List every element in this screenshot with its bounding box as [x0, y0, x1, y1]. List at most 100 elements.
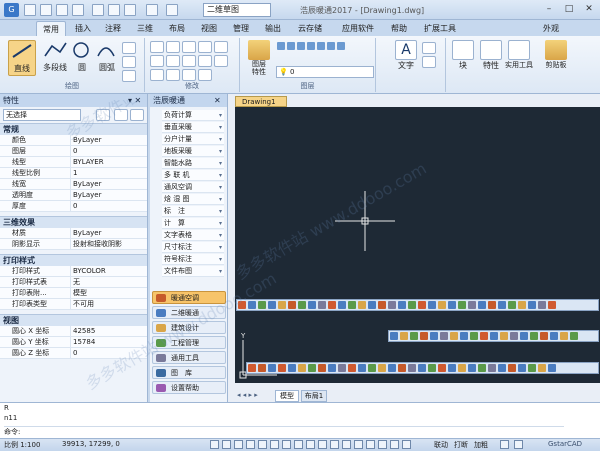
tool-icon[interactable] — [500, 332, 508, 340]
workspace-icon[interactable] — [366, 440, 375, 449]
hvac-menu-item[interactable]: 地板采暖 ▾ — [162, 146, 224, 157]
tab-cloud[interactable]: 云存储 — [292, 21, 328, 36]
break-toggle[interactable]: 打断 — [454, 440, 468, 450]
tool-icon[interactable] — [298, 364, 306, 372]
tab-view[interactable]: 视图 — [196, 21, 222, 36]
module-settings-help[interactable]: 设置帮助 — [152, 381, 226, 394]
tool-icon[interactable] — [428, 301, 436, 309]
tool-icon[interactable] — [468, 364, 476, 372]
layout-tab-layout1[interactable]: 布局1 — [301, 390, 327, 402]
tool-icon[interactable] — [498, 301, 506, 309]
prop-row[interactable]: 透明度 ByLayer — [0, 190, 147, 201]
info-icon[interactable] — [514, 440, 523, 449]
lock-icon[interactable] — [378, 440, 387, 449]
tool-icon[interactable] — [470, 332, 478, 340]
tool-icon[interactable] — [548, 364, 556, 372]
tool-icon[interactable] — [560, 332, 568, 340]
transparency-icon[interactable] — [306, 440, 315, 449]
tool-icon[interactable] — [418, 364, 426, 372]
section-view[interactable]: 视图 — [0, 314, 147, 326]
tool-icon[interactable] — [428, 364, 436, 372]
selection-cycling-icon[interactable] — [330, 440, 339, 449]
tool-icon[interactable] — [508, 301, 516, 309]
save-icon[interactable] — [56, 4, 68, 16]
tool-icon[interactable] — [448, 301, 456, 309]
tool-icon[interactable] — [448, 364, 456, 372]
layout-nav-arrows-icon[interactable]: ◂ ◂ ▸ ▸ — [237, 391, 258, 399]
tab-output[interactable]: 输出 — [260, 21, 286, 36]
dynamic-input-icon[interactable] — [282, 440, 291, 449]
tool-icon[interactable] — [288, 301, 296, 309]
tool-icon[interactable] — [540, 332, 548, 340]
tool-icon[interactable] — [498, 364, 506, 372]
quick-properties-icon[interactable] — [318, 440, 327, 449]
tool-icon[interactable] — [378, 301, 386, 309]
tool-icon[interactable] — [358, 301, 366, 309]
tool-icon[interactable] — [418, 301, 426, 309]
tool-icon[interactable] — [248, 301, 256, 309]
save-as-icon[interactable] — [72, 4, 84, 16]
tool-icon[interactable] — [398, 301, 406, 309]
preview-icon[interactable] — [108, 4, 120, 16]
app-menu-button[interactable]: G — [4, 3, 19, 17]
prop-row[interactable]: 圆心 Z 坐标 0 — [0, 348, 147, 359]
tool-icon[interactable] — [550, 332, 558, 340]
tool-icon[interactable] — [268, 301, 276, 309]
annotation-scale-icon[interactable] — [354, 440, 363, 449]
hvac-menu-item[interactable]: 文字表格 ▾ — [162, 230, 224, 241]
tool-icon[interactable] — [538, 301, 546, 309]
pin-icon[interactable]: ▾ ✕ — [128, 94, 141, 107]
tab-help[interactable]: 帮助 — [386, 21, 412, 36]
ortho-icon[interactable] — [234, 440, 243, 449]
tool-icon[interactable] — [398, 364, 406, 372]
maximize-button[interactable]: □ — [560, 2, 578, 16]
tool-icon[interactable] — [368, 301, 376, 309]
hvac-menu-item[interactable]: 文件布图 ▾ — [162, 266, 224, 277]
tool-icon[interactable] — [480, 332, 488, 340]
prop-row[interactable]: 打印表附... 模型 — [0, 288, 147, 299]
osnap-icon[interactable] — [258, 440, 267, 449]
tool-icon[interactable] — [518, 364, 526, 372]
tool-icon[interactable] — [408, 364, 416, 372]
close-icon[interactable]: ✕ — [214, 94, 221, 107]
section-general[interactable]: 常规 — [0, 123, 147, 135]
tab-extensions[interactable]: 扩展工具 — [418, 21, 462, 36]
prop-row[interactable]: 颜色 ByLayer — [0, 135, 147, 146]
tool-icon[interactable] — [488, 301, 496, 309]
tool-icon[interactable] — [388, 301, 396, 309]
hvac-menu-item[interactable]: 标 注 ▾ — [162, 206, 224, 217]
tool-icon[interactable] — [410, 332, 418, 340]
module-hvac[interactable]: 暖通空调 — [152, 291, 226, 304]
tab-home[interactable]: 常用 — [36, 21, 66, 36]
tool-icon[interactable] — [460, 332, 468, 340]
utilities-button[interactable]: 实用工具 — [502, 40, 536, 80]
polar-icon[interactable] — [246, 440, 255, 449]
publish-icon[interactable] — [124, 4, 136, 16]
snap-icon[interactable] — [210, 440, 219, 449]
tool-icon[interactable] — [468, 301, 476, 309]
tab-manage[interactable]: 管理 — [228, 21, 254, 36]
prop-row[interactable]: 线型 BYLAYER — [0, 157, 147, 168]
tool-icon[interactable] — [458, 301, 466, 309]
clipboard-button[interactable]: 剪贴板 — [540, 40, 572, 80]
layout-tab-model[interactable]: 模型 — [275, 390, 299, 402]
prop-row[interactable]: 线宽 ByLayer — [0, 179, 147, 190]
lineweight-icon[interactable] — [294, 440, 303, 449]
tool-icon[interactable] — [450, 332, 458, 340]
tool-icon[interactable] — [430, 332, 438, 340]
grid-icon[interactable] — [222, 440, 231, 449]
tool-icon[interactable] — [328, 364, 336, 372]
tool-icon[interactable] — [238, 301, 246, 309]
hvac-menu-item[interactable]: 分户计量 ▾ — [162, 134, 224, 145]
tool-icon[interactable] — [318, 364, 326, 372]
tab-insert[interactable]: 插入 — [70, 21, 96, 36]
tab-apps[interactable]: 应用软件 — [336, 21, 380, 36]
tool-icon[interactable] — [528, 301, 536, 309]
tool-icon[interactable] — [420, 332, 428, 340]
tool-icon[interactable] — [570, 332, 578, 340]
tool-icon[interactable] — [348, 301, 356, 309]
command-input[interactable]: 命令: — [4, 426, 564, 437]
tool-icon[interactable] — [458, 364, 466, 372]
tool-icon[interactable] — [488, 364, 496, 372]
hvac-menu-item[interactable]: 负荷计算 ▾ — [162, 110, 224, 121]
